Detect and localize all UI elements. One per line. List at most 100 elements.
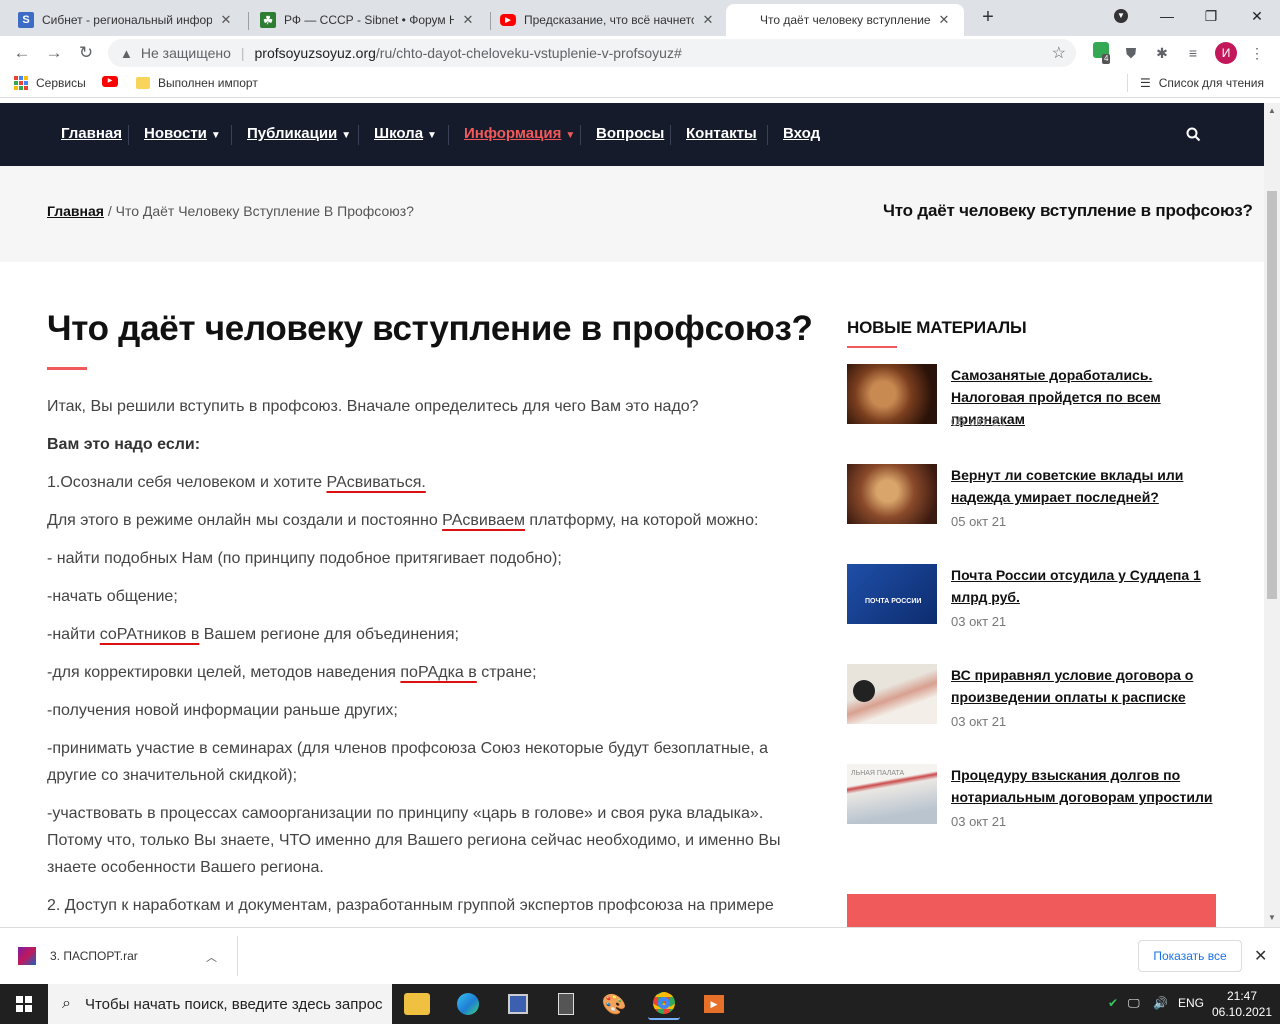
windows-start-icon[interactable]: [0, 984, 48, 1024]
post-date: 03 окт 21: [951, 814, 1007, 829]
address-bar[interactable]: ▲ Не защищено | profsoyuzsoyuz.org/ru/ch…: [108, 39, 1076, 67]
nav-item-news[interactable]: Новости ▼: [144, 125, 221, 142]
article-bullet-1: - найти подобных Нам (по принципу подобн…: [47, 550, 562, 567]
sidebar-post[interactable]: ВС приравнял условие договора о произвед…: [847, 664, 1217, 744]
tab-title: Предсказание, что всё начнется: [524, 13, 694, 27]
profile-avatar[interactable]: И: [1215, 42, 1237, 64]
tab-sibnet[interactable]: S Сибнет - региональный инфор ✕: [8, 4, 244, 36]
reload-icon[interactable]: ↻: [74, 41, 98, 65]
tab-youtube[interactable]: ▶ Предсказание, что всё начнется ✕: [490, 4, 726, 36]
sidebar-post[interactable]: ПОЧТА РОССИИ Почта России отсудила у Суд…: [847, 564, 1217, 644]
download-item[interactable]: 3. ПАСПОРТ.rar: [18, 942, 238, 970]
post-thumbnail-image[interactable]: [847, 664, 937, 724]
back-arrow-icon[interactable]: ←: [10, 41, 34, 65]
post-thumbnail-image[interactable]: ЛЬНАЯ ПАЛАТА: [847, 764, 937, 824]
tab-current-article[interactable]: Что даёт человеку вступление в ✕: [726, 4, 964, 36]
new-tab-plus-icon[interactable]: +: [976, 6, 1000, 30]
tab-forum[interactable]: ☘ РФ — СССР - Sibnet • Форум Но ✕: [250, 4, 486, 36]
post-date: 03 окт 21: [951, 614, 1007, 629]
media-player-icon[interactable]: ▶: [698, 988, 730, 1020]
address-url[interactable]: profsoyuzsoyuz.org/ru/chto-dayot-chelove…: [255, 45, 682, 61]
tab-close-icon[interactable]: ✕: [460, 12, 476, 28]
warning-triangle-icon[interactable]: ▲: [120, 46, 133, 61]
sidebar-accent-line: [847, 346, 897, 348]
nav-label: Вопросы: [596, 125, 665, 142]
post-title-link[interactable]: Процедуру взыскания долгов по нотариальн…: [951, 764, 1221, 808]
bookmark-imported-folder[interactable]: Выполнен импорт: [136, 76, 258, 90]
post-title-link[interactable]: ВС приравнял условие договора о произвед…: [951, 664, 1221, 708]
chrome-browser-icon[interactable]: [648, 988, 680, 1020]
sidebar-banner[interactable]: [847, 894, 1216, 927]
post-thumbnail-image[interactable]: ПОЧТА РОССИИ: [847, 564, 937, 624]
nav-item-home[interactable]: Главная: [61, 125, 122, 142]
menu-dots-icon[interactable]: ⋮: [1246, 42, 1268, 64]
text-span: -для корректировки целей, методов наведе…: [47, 664, 401, 681]
scroll-down-arrow-icon[interactable]: ▼: [1268, 913, 1276, 922]
save-disk-app-icon[interactable]: [502, 988, 534, 1020]
nav-label: Контакты: [686, 125, 757, 142]
page-header-title: Что даёт человеку вступление в профсоюз?: [883, 201, 1253, 220]
paint-app-icon[interactable]: 🎨: [598, 988, 630, 1020]
tab-search-chevron-icon[interactable]: ▼: [1098, 0, 1144, 32]
shield-extension-icon[interactable]: ⛊: [1120, 42, 1142, 64]
article-bullet-3: -найти соРАтников в Вашем регионе для об…: [47, 621, 807, 648]
sidebar-post[interactable]: Самозанятые доработались. Налоговая прой…: [847, 364, 1217, 444]
forward-arrow-icon[interactable]: →: [42, 41, 66, 65]
nav-item-questions[interactable]: Вопросы: [596, 125, 664, 142]
minimize-icon[interactable]: —: [1144, 0, 1190, 32]
sidebar-post[interactable]: ЛЬНАЯ ПАЛАТА Процедуру взыскания долгов …: [847, 764, 1217, 844]
tab-close-icon[interactable]: ✕: [700, 12, 716, 28]
nav-item-publications[interactable]: Публикации ▼: [247, 125, 351, 142]
nav-separator: [670, 125, 671, 145]
article-bullet-4: -для корректировки целей, методов наведе…: [47, 659, 807, 686]
browser-toolbar: ← → ↻ ▲ Не защищено | profsoyuzsoyuz.org…: [0, 36, 1280, 70]
network-icon[interactable]: 🖵: [1128, 996, 1140, 1011]
security-status-label[interactable]: Не защищено: [141, 45, 231, 61]
taskbar-search-box[interactable]: ⌕ Чтобы начать поиск, введите здесь запр…: [48, 984, 392, 1024]
bookmark-star-icon[interactable]: ☆: [1052, 43, 1066, 63]
calculator-icon[interactable]: [550, 988, 582, 1020]
volume-icon[interactable]: 🔊: [1153, 996, 1168, 1010]
chevron-down-icon: ▼: [341, 130, 352, 141]
file-explorer-icon[interactable]: [404, 993, 430, 1015]
close-download-bar-icon[interactable]: ✕: [1254, 946, 1267, 966]
nav-item-information[interactable]: Информация ▼: [464, 125, 575, 142]
adblock-shield-icon[interactable]: 4: [1090, 42, 1112, 64]
clock-date: 06.10.2021: [1211, 1005, 1273, 1019]
post-thumbnail-image[interactable]: [847, 364, 937, 424]
sidebar-post[interactable]: Вернут ли советские вклады или надежда у…: [847, 464, 1217, 544]
media-control-icon[interactable]: ≡: [1182, 42, 1204, 64]
breadcrumb-home-link[interactable]: Главная: [47, 203, 104, 219]
text-span: Для этого в режиме онлайн мы создали и п…: [47, 512, 443, 529]
apps-grid-icon: [14, 76, 28, 90]
chevron-up-icon[interactable]: ︿: [206, 949, 217, 965]
taskbar-clock[interactable]: 21:47 06.10.2021: [1210, 988, 1274, 1020]
nav-item-contacts[interactable]: Контакты: [686, 125, 757, 142]
edge-browser-icon[interactable]: [452, 988, 484, 1020]
page-scrollbar[interactable]: ▲ ▼: [1264, 103, 1280, 927]
nav-item-login[interactable]: Вход: [783, 125, 820, 142]
reading-list-button[interactable]: ☰ Список для чтения: [1140, 76, 1264, 90]
extensions-puzzle-icon[interactable]: ✱: [1151, 42, 1173, 64]
search-icon[interactable]: [1186, 127, 1201, 146]
post-thumbnail-image[interactable]: [847, 464, 937, 524]
defender-shield-icon[interactable]: ✔: [1108, 996, 1118, 1010]
show-all-downloads-button[interactable]: Показать все: [1138, 940, 1242, 972]
article-point-1: 1.Осознали себя человеком и хотите РАсви…: [47, 469, 807, 496]
nav-item-school[interactable]: Школа ▼: [374, 125, 437, 142]
post-title-link[interactable]: Почта России отсудила у Суддепа 1 млрд р…: [951, 564, 1221, 608]
post-date: 05 окт 21: [951, 514, 1007, 529]
tab-close-icon[interactable]: ✕: [936, 12, 952, 28]
tab-close-icon[interactable]: ✕: [218, 12, 234, 28]
nav-separator: [128, 125, 129, 145]
bookmark-youtube[interactable]: ▶: [102, 76, 118, 87]
scrollbar-thumb[interactable]: [1267, 191, 1277, 599]
window-close-icon[interactable]: ✕: [1234, 0, 1280, 32]
post-title-link[interactable]: Вернут ли советские вклады или надежда у…: [951, 464, 1221, 508]
tab-title: РФ — СССР - Sibnet • Форум Но: [284, 13, 454, 27]
scroll-up-arrow-icon[interactable]: ▲: [1268, 106, 1276, 115]
language-indicator[interactable]: ENG: [1178, 996, 1204, 1010]
title-accent-line: [47, 367, 87, 370]
bookmark-apps[interactable]: Сервисы: [14, 76, 86, 90]
restore-icon[interactable]: ❐: [1188, 0, 1234, 32]
